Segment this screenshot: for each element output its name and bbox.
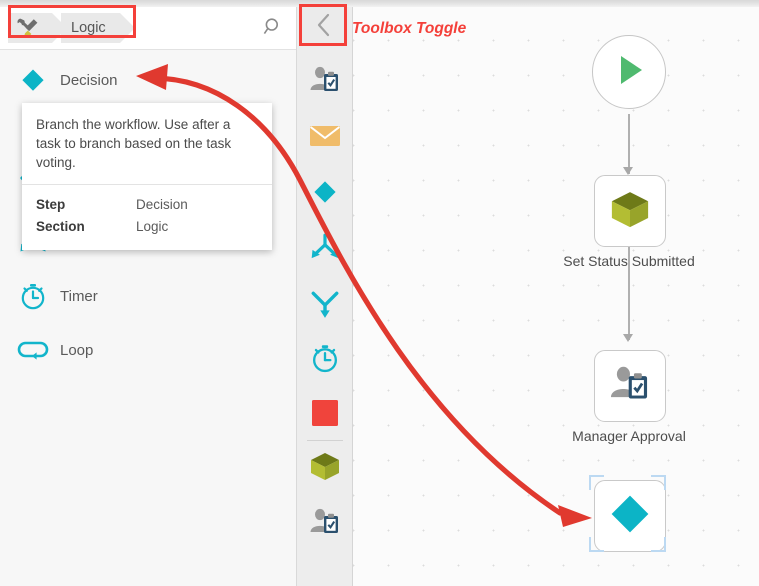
toolbox-item-user-task[interactable]: [297, 55, 352, 109]
merge-icon: [309, 288, 341, 325]
selection-handle-bl[interactable]: [589, 537, 604, 552]
email-icon: [309, 124, 341, 153]
arrowhead-start-to-status: [623, 167, 633, 175]
timer-icon: [308, 341, 342, 380]
decision-icon: [309, 176, 341, 213]
tooltip-description: Branch the workflow. Use after a task to…: [36, 117, 232, 170]
connector-start-to-status: [628, 114, 630, 174]
step-item-label: Timer: [60, 287, 98, 305]
split-icon: [309, 232, 341, 269]
node-manager-approval[interactable]: [594, 350, 666, 422]
step-item-label: Loop: [60, 341, 94, 359]
step-tooltip: Branch the workflow. Use after a task to…: [22, 103, 272, 250]
node-label-manager-approval: Manager Approval: [572, 428, 686, 444]
play-icon: [610, 51, 648, 94]
toolbox-item-cube[interactable]: [297, 441, 352, 495]
step-item-loop[interactable]: Loop: [0, 323, 296, 377]
workflow-canvas[interactable]: Set Status Submitted Manager Approval: [353, 7, 759, 586]
user-task-icon: [309, 507, 341, 542]
diamond-icon: [12, 65, 54, 95]
stop-icon: [310, 398, 340, 433]
toolbox-item-timer[interactable]: [297, 333, 352, 387]
toolbox-item-stop[interactable]: [297, 388, 352, 442]
search-button[interactable]: [258, 16, 288, 42]
loop-icon: [12, 337, 54, 363]
tooltip-row-section: Section Logic: [36, 216, 258, 238]
step-item-decision[interactable]: Decision: [0, 53, 296, 107]
tooltip-row-value: Logic: [136, 219, 169, 234]
node-start[interactable]: [592, 35, 666, 109]
node-label-set-status: Set Status Submitted: [563, 253, 695, 269]
toolbox-item-decision[interactable]: [297, 167, 352, 221]
workflow-designer-app: Logic Decision Timer Loop Branch the wor…: [0, 0, 759, 586]
toolbox-item-email[interactable]: [297, 111, 352, 165]
toolbox-item-split[interactable]: [297, 223, 352, 277]
tooltip-row-key: Section: [36, 219, 85, 234]
logic-steps-panel: Logic Decision Timer Loop Branch the wor…: [0, 7, 297, 586]
breadcrumb-highlight-box: [8, 5, 136, 38]
selection-handle-tl[interactable]: [589, 475, 604, 490]
cube-icon: [308, 449, 342, 488]
tooltip-row-step: Step Decision: [36, 194, 258, 216]
diamond-icon: [606, 490, 654, 543]
cube-icon: [608, 187, 652, 236]
user-task-icon: [609, 364, 651, 409]
toolbox-item-merge[interactable]: [297, 279, 352, 333]
toolbox-toggle-annotation: Toolbox Toggle: [352, 20, 467, 37]
search-icon: [262, 16, 284, 43]
step-item-timer[interactable]: Timer: [0, 269, 296, 323]
toolbox-toggle-highlight-box: [299, 4, 347, 46]
tooltip-meta: Step Decision Section Logic: [22, 185, 272, 250]
selection-handle-tr[interactable]: [651, 475, 666, 490]
tooltip-row-key: Step: [36, 197, 66, 212]
timer-icon: [12, 280, 54, 312]
node-set-status[interactable]: [594, 175, 666, 247]
toolbox-item-user-task-2[interactable]: [297, 497, 352, 551]
tooltip-row-value: Decision: [136, 197, 188, 212]
step-item-label: Decision: [60, 71, 118, 89]
selection-handle-br[interactable]: [651, 537, 666, 552]
toolbox-strip: [297, 7, 353, 586]
arrowhead-status-to-approval: [623, 334, 633, 342]
user-task-icon: [309, 65, 341, 100]
